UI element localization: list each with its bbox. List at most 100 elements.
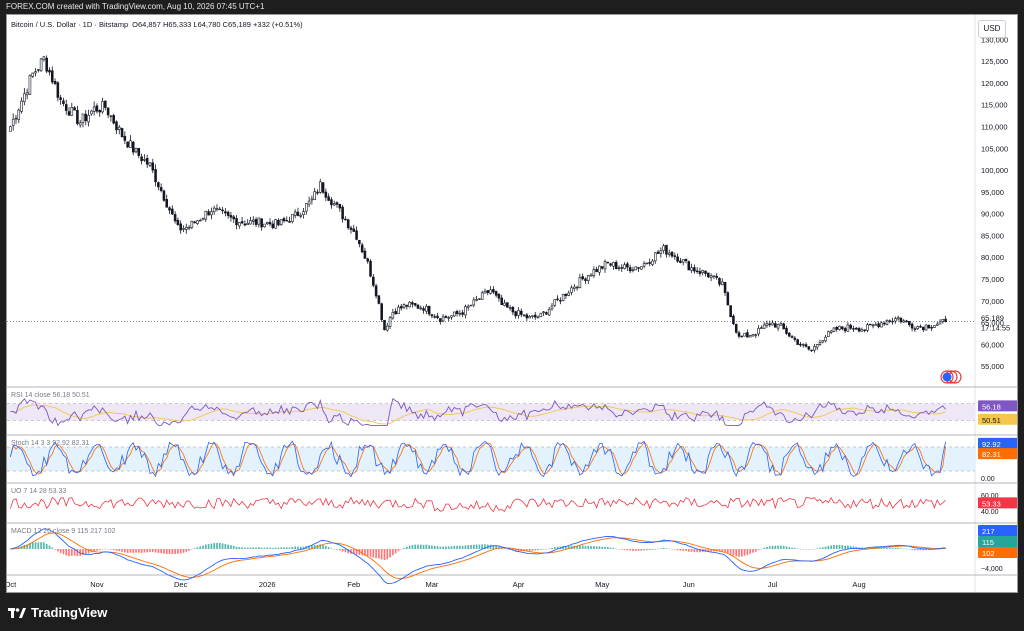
macd-histogram-bar xyxy=(40,542,42,549)
candle-body xyxy=(631,269,635,271)
candle-body xyxy=(95,105,99,112)
macd-histogram-bar xyxy=(325,546,327,549)
candle-body xyxy=(843,328,847,332)
macd-histogram-bar xyxy=(266,547,269,549)
macd-histogram-bar xyxy=(439,546,442,549)
candle-body xyxy=(25,92,29,96)
candle-body xyxy=(14,117,18,120)
macd-histogram-bar xyxy=(397,549,400,552)
candle-body xyxy=(399,306,403,309)
macd-histogram-bar xyxy=(579,545,581,549)
macd-histogram-bar xyxy=(43,542,45,549)
brand-name: TradingView xyxy=(31,605,108,620)
macd-histogram-bar xyxy=(442,546,444,549)
candle-body xyxy=(489,289,492,294)
candle-body xyxy=(358,239,361,245)
macd-histogram-bar xyxy=(771,545,774,549)
macd-histogram-bar xyxy=(104,548,107,550)
candle-body xyxy=(299,215,303,217)
price-tick-label: 110,000 xyxy=(981,122,1008,131)
candle-body xyxy=(494,291,498,296)
candle-body xyxy=(288,220,291,223)
macd-histogram-bar xyxy=(657,548,659,550)
candle-body xyxy=(70,107,74,116)
candle-body xyxy=(729,305,732,318)
candle-body xyxy=(765,322,769,326)
macd-histogram-bar xyxy=(629,549,631,551)
macd-histogram-bar xyxy=(830,545,832,549)
macd-histogram-bar xyxy=(584,545,587,549)
candle-body xyxy=(282,218,286,222)
candle-body xyxy=(397,306,400,314)
event-marker-icon xyxy=(942,372,952,382)
candle-body xyxy=(355,230,358,240)
macd-histogram-bar xyxy=(687,549,690,552)
chart-frame[interactable]: RSI 14 close 56.18 50.51 56.18 50.51 Stoch … xyxy=(6,14,1018,593)
candle-body xyxy=(59,97,62,100)
candle-body xyxy=(330,199,333,206)
macd-histogram-bar xyxy=(807,549,810,550)
macd-histogram-bar xyxy=(897,548,899,549)
candle-body xyxy=(556,298,559,300)
macd-histogram-bar xyxy=(595,546,598,549)
macd-histogram-bar xyxy=(531,549,534,551)
candle-body xyxy=(165,199,169,208)
candle-body xyxy=(592,269,596,277)
macd-histogram-bar xyxy=(908,549,911,550)
macd-histogram-bar xyxy=(65,549,68,556)
stoch-k-value-badge-text: 92.92 xyxy=(982,440,1001,449)
candle-body xyxy=(665,244,668,255)
macd-histogram-bar xyxy=(838,544,841,549)
candle-body xyxy=(92,106,96,112)
macd-histogram-bar xyxy=(813,548,816,550)
macd-histogram-bar xyxy=(322,544,324,549)
macd-histogram-bar xyxy=(37,542,40,549)
currency-button[interactable]: USD xyxy=(978,20,1006,38)
tradingview-brand[interactable]: TradingView xyxy=(8,605,107,620)
stoch-legend: Stoch 14 3 3 92.92 82.31 xyxy=(11,440,89,447)
chart-canvas[interactable]: RSI 14 close 56.18 50.51 56.18 50.51 Stoch … xyxy=(7,15,1018,593)
candle-body xyxy=(332,203,336,206)
candle-body xyxy=(310,198,314,201)
macd-histogram-bar xyxy=(774,545,777,549)
candle-body xyxy=(478,298,481,300)
macd-histogram-bar xyxy=(400,549,403,550)
candle-body xyxy=(846,324,850,332)
macd-histogram-bar xyxy=(110,549,112,550)
candle-body xyxy=(910,323,914,329)
candle-body xyxy=(924,324,928,331)
macd-histogram-bar xyxy=(246,547,249,549)
macd-histogram-bar xyxy=(84,549,87,555)
macd-histogram-bar xyxy=(124,549,126,553)
candle-body xyxy=(874,324,878,326)
candle-body xyxy=(338,203,342,209)
macd-histogram-bar xyxy=(640,549,643,551)
macd-histogram-bar xyxy=(255,547,257,549)
macd-signal-value-badge-text: 102 xyxy=(982,549,995,558)
candle-body xyxy=(352,228,356,232)
candle-body xyxy=(461,312,464,315)
symbol-legend[interactable]: Bitcoin / U.S. Dollar · 1D · Bitstamp xyxy=(11,20,128,29)
macd-histogram-bar xyxy=(93,549,95,552)
macd-histogram-bar xyxy=(740,549,743,557)
candle-body xyxy=(743,332,746,337)
candle-body xyxy=(274,219,277,229)
macd-histogram-bar xyxy=(914,549,916,551)
candle-body xyxy=(475,299,478,301)
candle-body xyxy=(656,251,660,254)
candle-body xyxy=(469,304,473,307)
candle-body xyxy=(726,292,730,306)
candle-body xyxy=(651,260,654,265)
candle-body xyxy=(483,290,487,294)
candle-body xyxy=(908,321,911,326)
macd-histogram-bar xyxy=(213,543,216,549)
macd-histogram-bar xyxy=(235,546,238,549)
macd-histogram-bar xyxy=(782,545,785,549)
macd-histogram-bar xyxy=(238,547,241,549)
candle-body xyxy=(614,262,618,269)
macd-histogram-bar xyxy=(204,544,207,549)
candle-body xyxy=(148,162,152,166)
candle-body xyxy=(87,114,90,123)
macd-histogram-bar xyxy=(185,549,188,552)
macd-histogram-bar xyxy=(297,546,299,549)
